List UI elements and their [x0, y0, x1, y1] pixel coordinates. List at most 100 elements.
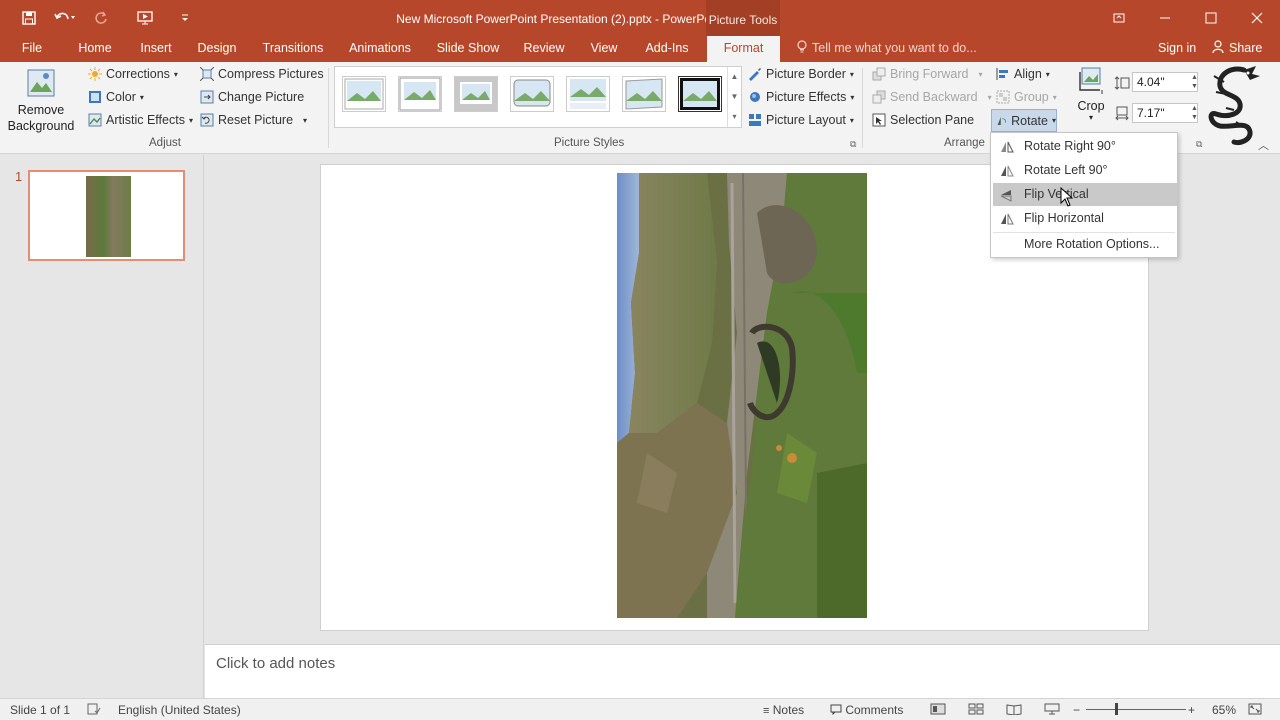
reading-view-icon[interactable] — [1006, 703, 1022, 718]
picture-style-thumbnail[interactable] — [678, 76, 722, 112]
collapse-ribbon-icon[interactable]: ︿ — [1258, 137, 1269, 153]
crop-icon — [1079, 67, 1103, 94]
height-icon — [1114, 76, 1130, 90]
group-label-picture-styles: Picture Styles — [554, 137, 625, 149]
picture-style-thumbnail[interactable] — [510, 76, 554, 112]
zoom-slider-thumb[interactable] — [1115, 703, 1118, 715]
save-icon[interactable] — [16, 8, 42, 28]
menu-item-rotate-left-90[interactable]: Rotate Left 90° — [993, 159, 1177, 182]
dialog-launcher-icon[interactable]: ⧉ — [850, 139, 856, 150]
width-spinner[interactable]: ▲ ▼ — [1191, 104, 1198, 122]
spelling-check-icon[interactable] — [87, 703, 101, 718]
slide-counter: Slide 1 of 1 — [10, 703, 71, 717]
group-separator — [328, 68, 329, 148]
gallery-more-icon[interactable]: ▾ — [728, 107, 741, 127]
zoom-out-icon[interactable]: − — [1073, 703, 1080, 717]
customize-qat-icon[interactable] — [172, 8, 198, 28]
undo-icon[interactable] — [48, 8, 82, 28]
artistic-effects-button[interactable]: Artistic Effects ▾ — [88, 113, 193, 127]
height-input[interactable]: 4.04" — [1132, 72, 1198, 92]
tab-add-ins[interactable]: Add-Ins — [640, 36, 694, 62]
tab-animations[interactable]: Animations — [346, 36, 414, 62]
close-icon[interactable] — [1234, 0, 1280, 36]
rotate-menu: Rotate Right 90° Rotate Left 90° Flip Ve… — [990, 132, 1178, 258]
height-spinner[interactable]: ▲ ▼ — [1191, 73, 1198, 91]
comment-icon — [830, 704, 842, 716]
menu-item-flip-horizontal[interactable]: Flip Horizontal — [993, 207, 1177, 230]
picture-border-button[interactable]: Picture Border ▾ — [748, 67, 854, 81]
tab-design[interactable]: Design — [194, 36, 240, 62]
maximize-icon[interactable] — [1188, 0, 1234, 36]
rotate-button[interactable]: Rotate ▾ — [991, 109, 1057, 132]
tab-file[interactable]: File — [14, 36, 50, 62]
compress-icon — [200, 67, 214, 81]
picture-border-icon — [749, 68, 761, 81]
bridge-photo[interactable] — [617, 173, 867, 618]
align-icon — [996, 68, 1008, 80]
mouse-cursor-icon — [1060, 187, 1074, 207]
group-separator — [862, 68, 863, 148]
gallery-down-icon[interactable]: ▼ — [728, 87, 741, 107]
start-from-beginning-icon[interactable] — [132, 8, 158, 28]
width-input[interactable]: 7.17" — [1132, 103, 1198, 123]
tell-me-box[interactable]: Tell me what you want to do... — [796, 36, 977, 62]
gallery-scroll[interactable]: ▲ ▼ ▾ — [727, 67, 741, 127]
minimize-icon[interactable] — [1142, 0, 1188, 36]
slide-show-view-icon[interactable] — [1044, 703, 1060, 718]
compress-pictures-button[interactable]: Compress Pictures — [200, 67, 324, 81]
normal-view-icon[interactable] — [930, 703, 946, 718]
ribbon-display-options-icon[interactable] — [1096, 0, 1142, 36]
group-button[interactable]: Group ▾ — [996, 90, 1057, 104]
change-picture-button[interactable]: Change Picture — [200, 90, 304, 104]
tab-format[interactable]: Format — [707, 36, 780, 62]
menu-item-rotate-right-90[interactable]: Rotate Right 90° — [993, 135, 1177, 158]
notes-icon: ≡ — [763, 705, 770, 717]
window-controls — [1096, 0, 1280, 36]
notes-toggle[interactable]: ≡ Notes — [763, 703, 804, 717]
tab-insert[interactable]: Insert — [134, 36, 178, 62]
picture-style-thumbnail[interactable] — [622, 76, 666, 112]
size-dialog-launcher-icon[interactable]: ⧉ — [1196, 139, 1202, 150]
picture-style-thumbnail[interactable] — [566, 76, 610, 112]
comments-toggle[interactable]: Comments — [830, 703, 903, 717]
menu-item-flip-vertical[interactable]: Flip Vertical — [993, 183, 1177, 206]
language-indicator[interactable]: English (United States) — [118, 703, 241, 717]
selection-pane-button[interactable]: Selection Pane — [872, 113, 974, 127]
zoom-level[interactable]: 65% — [1212, 703, 1236, 717]
align-button[interactable]: Align ▾ — [996, 67, 1050, 81]
group-label-arrange: Arrange — [944, 137, 985, 149]
fit-to-window-icon[interactable] — [1248, 703, 1262, 718]
share-button[interactable]: Share — [1212, 36, 1262, 60]
zoom-in-icon[interactable]: + — [1188, 703, 1195, 717]
sign-in-link[interactable]: Sign in — [1158, 36, 1196, 60]
rotate-right-icon — [1001, 141, 1014, 153]
title-bar: New Microsoft PowerPoint Presentation (2… — [0, 0, 1280, 36]
color-button[interactable]: Color ▾ — [88, 90, 144, 104]
tab-view[interactable]: View — [584, 36, 624, 62]
crop-button[interactable]: Crop ▾ — [1070, 66, 1112, 132]
slide-thumbnail[interactable] — [28, 170, 185, 261]
corrections-button[interactable]: Corrections ▾ — [88, 67, 178, 81]
bring-forward-button[interactable]: Bring Forward ▾ — [872, 67, 983, 81]
tab-transitions[interactable]: Transitions — [258, 36, 328, 62]
send-backward-button[interactable]: Send Backward ▾ — [872, 90, 992, 104]
sun-icon — [88, 67, 102, 81]
tab-review[interactable]: Review — [520, 36, 568, 62]
picture-style-thumbnail[interactable] — [454, 76, 498, 112]
picture-style-thumbnail[interactable] — [398, 76, 442, 112]
notes-pane[interactable]: Click to add notes — [205, 644, 1280, 698]
tab-slide-show[interactable]: Slide Show — [434, 36, 502, 62]
zoom-slider[interactable] — [1086, 709, 1186, 710]
remove-background-button[interactable]: Remove Background — [6, 66, 76, 134]
tab-home[interactable]: Home — [74, 36, 116, 62]
gallery-up-icon[interactable]: ▲ — [728, 67, 741, 87]
redo-icon[interactable] — [88, 8, 114, 28]
picture-effects-button[interactable]: Picture Effects ▾ — [748, 90, 854, 104]
slide-sorter-view-icon[interactable] — [968, 703, 984, 718]
status-bar: Slide 1 of 1 English (United States) ≡ N… — [0, 698, 1280, 720]
menu-item-more-rotation-options[interactable]: More Rotation Options... — [993, 233, 1177, 256]
reset-picture-button[interactable]: Reset Picture ▾ — [200, 113, 307, 127]
picture-style-thumbnail[interactable] — [342, 76, 386, 112]
flip-horizontal-icon — [1001, 213, 1014, 225]
picture-layout-button[interactable]: Picture Layout ▾ — [748, 113, 854, 127]
